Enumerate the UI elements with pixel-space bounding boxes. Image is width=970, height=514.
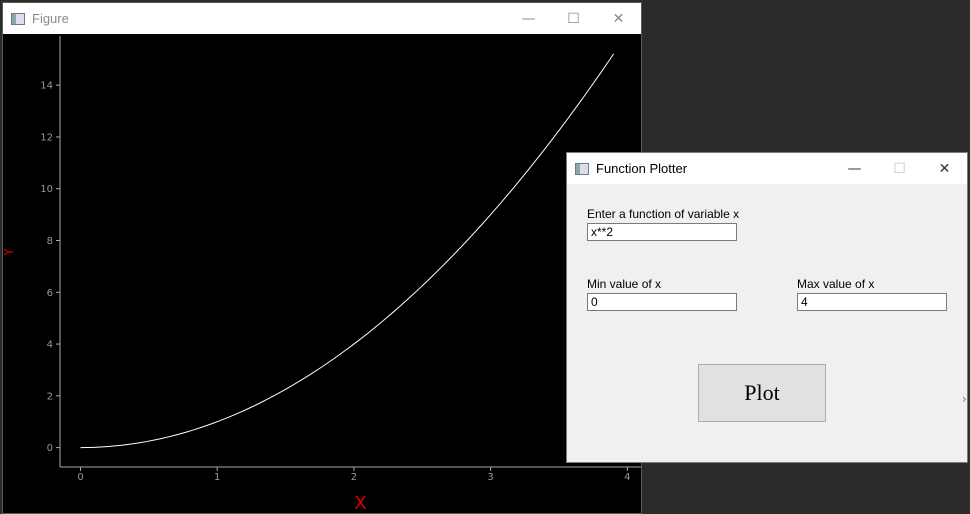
figure-window: Figure — ☐ ✕ 0 1 2 3 4 0 2 4 6 8 10 12 14 X Y <box>2 2 642 514</box>
plot-area: 0 1 2 3 4 0 2 4 6 8 10 12 14 X Y <box>3 34 641 513</box>
x-tick-label: 4 <box>624 472 630 483</box>
plotter-window-controls: — ☐ ✕ <box>832 153 967 184</box>
chevron-right-icon: › <box>962 392 967 406</box>
close-icon[interactable]: ✕ <box>596 3 641 34</box>
x-tick-label: 1 <box>214 472 220 483</box>
y-tick-label: 8 <box>47 236 53 247</box>
close-icon[interactable]: ✕ <box>922 153 967 184</box>
min-x-label: Min value of x <box>587 277 662 291</box>
x-tick-label: 2 <box>351 472 357 483</box>
max-x-input[interactable] <box>797 293 947 311</box>
maximize-icon: ☐ <box>893 160 906 177</box>
figure-app-icon <box>11 12 25 25</box>
minimize-icon[interactable]: — <box>832 153 877 184</box>
y-axis-label: Y <box>3 248 16 257</box>
function-input[interactable] <box>587 223 737 241</box>
plotter-title: Function Plotter <box>596 161 688 176</box>
y-tick-label: 14 <box>40 81 53 92</box>
function-plotter-window: Function Plotter — ☐ ✕ Enter a function … <box>566 152 968 463</box>
x-tick-label: 0 <box>77 472 83 483</box>
plotter-titlebar[interactable]: Function Plotter — ☐ ✕ <box>567 153 967 184</box>
y-tick-label: 12 <box>40 132 53 143</box>
min-x-input[interactable] <box>587 293 737 311</box>
x-tick-label: 3 <box>487 472 493 483</box>
figure-titlebar[interactable]: Figure — ☐ ✕ <box>3 3 641 34</box>
plotter-app-icon <box>575 162 589 175</box>
max-x-label: Max value of x <box>797 277 875 291</box>
y-tick-label: 2 <box>47 391 53 402</box>
function-label: Enter a function of variable x <box>587 207 740 221</box>
x-axis-label: X <box>354 493 366 513</box>
function-curve <box>80 53 615 449</box>
figure-window-controls: — ☐ ✕ <box>506 3 641 34</box>
y-tick-label: 0 <box>47 443 53 454</box>
y-tick-label: 6 <box>47 288 53 299</box>
y-tick-label: 10 <box>40 184 53 195</box>
y-tick-label: 4 <box>47 340 53 351</box>
figure-title: Figure <box>32 11 69 26</box>
function-chart: 0 1 2 3 402468101214XY <box>3 36 641 513</box>
maximize-icon[interactable]: ☐ <box>551 3 596 34</box>
minimize-icon[interactable]: — <box>506 3 551 34</box>
plot-button[interactable]: Plot <box>698 364 826 422</box>
